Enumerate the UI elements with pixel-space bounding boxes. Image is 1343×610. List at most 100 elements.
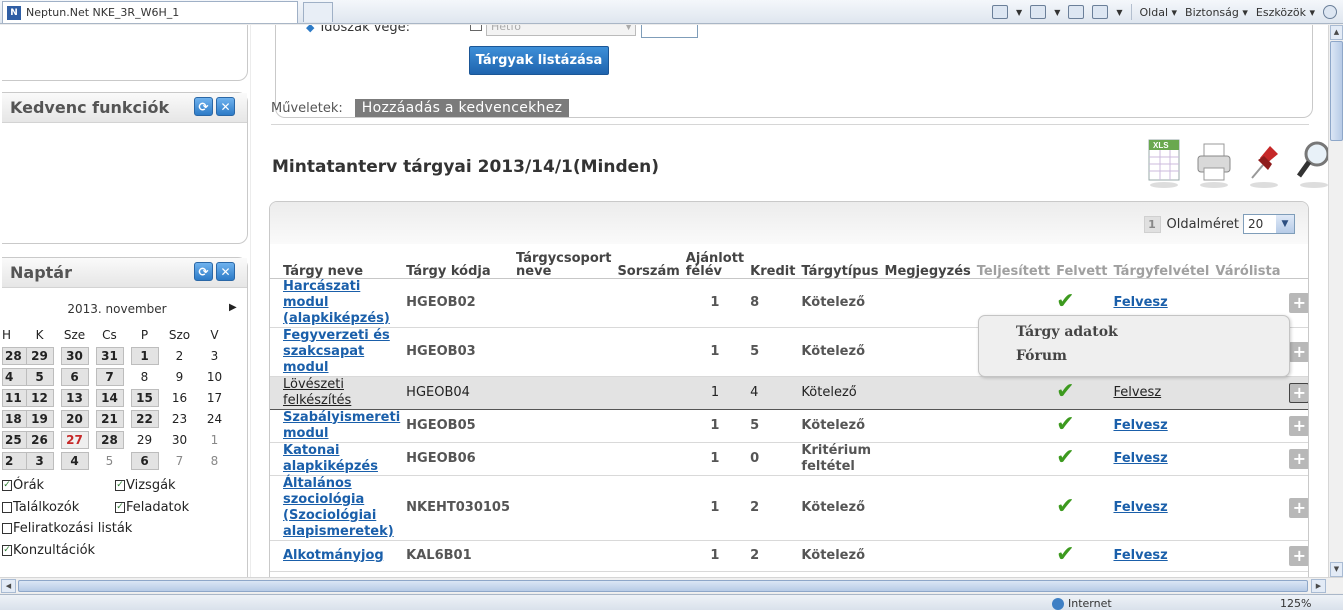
calendar-day[interactable]: 29	[127, 433, 162, 447]
chevron-down-icon[interactable]: ▼	[1116, 8, 1122, 17]
mail-icon[interactable]	[1068, 5, 1085, 19]
calendar-day[interactable]: 7	[92, 367, 127, 386]
calendar-day[interactable]: 24	[197, 412, 232, 426]
close-icon[interactable]: ✕	[216, 97, 235, 116]
column-header[interactable]: Kredit	[747, 244, 799, 279]
vertical-scrollbar[interactable]: ▲ ▼	[1328, 25, 1343, 577]
calendar-day[interactable]: 23	[162, 412, 197, 426]
plus-icon[interactable]: +	[1289, 292, 1308, 313]
legend-feladatok[interactable]: ✓ Feladatok	[115, 500, 189, 515]
calendar-day[interactable]: 2	[2, 451, 30, 470]
browser-tab[interactable]: N Neptun.Net NKE_3R_W6H_1	[2, 1, 298, 23]
help-icon[interactable]	[1323, 5, 1337, 19]
calendar-day[interactable]: 28	[92, 430, 127, 449]
column-header[interactable]: Ajánlott félév	[682, 244, 748, 279]
calendar-day[interactable]: 18	[2, 409, 30, 428]
calendar-day[interactable]: 1	[197, 433, 232, 447]
column-header[interactable]: Tárgy kódja	[403, 244, 514, 279]
legend-feliratkozasi[interactable]: Feliratkozási listák	[2, 521, 132, 536]
calendar-day[interactable]: 7	[162, 454, 197, 468]
calendar-day[interactable]: 9	[162, 370, 197, 384]
subject-link[interactable]: Fegyverzeti és szakcsapat modul	[283, 328, 390, 375]
calendar-day[interactable]: 11	[2, 388, 30, 407]
refresh-icon[interactable]: ⟳	[194, 97, 213, 116]
scroll-right-icon[interactable]: ▶	[1311, 579, 1326, 593]
xls-export-icon[interactable]: XLS	[1146, 138, 1182, 190]
next-month-icon[interactable]: ▶	[229, 302, 237, 313]
enroll-link[interactable]: Felvesz	[1113, 548, 1167, 563]
checkbox-checked[interactable]: ✓	[115, 480, 125, 491]
calendar-day[interactable]: 5	[22, 367, 57, 386]
page-number[interactable]: 1	[1143, 215, 1161, 233]
calendar-day[interactable]: 30	[57, 346, 92, 365]
calendar-day[interactable]: 25	[2, 430, 30, 449]
calendar-day[interactable]: 6	[57, 367, 92, 386]
table-row[interactable]: Szabályismereti modul HGEOB05 1 5 Kötele…	[270, 409, 1308, 443]
chevron-down-icon[interactable]: ▼	[1276, 215, 1294, 233]
plus-icon[interactable]: +	[1289, 497, 1308, 518]
column-header[interactable]: Tárgycsoport neve	[513, 244, 615, 279]
subject-link[interactable]: Szabályismereti modul	[283, 410, 400, 441]
feeds-icon[interactable]	[1030, 5, 1047, 19]
plus-icon[interactable]: +	[1289, 448, 1308, 469]
print-icon[interactable]	[1196, 138, 1232, 190]
menu-eszkozok[interactable]: Eszközök ▾	[1256, 6, 1315, 19]
print-icon[interactable]	[1092, 5, 1109, 19]
search-icon[interactable]	[1296, 138, 1328, 190]
plus-icon[interactable]: +	[1289, 341, 1308, 362]
calendar-day[interactable]: 30	[162, 433, 197, 447]
enroll-link[interactable]: Felvesz	[1113, 500, 1167, 515]
scroll-down-icon[interactable]: ▼	[1330, 562, 1343, 577]
chevron-down-icon[interactable]: ▼	[1016, 8, 1022, 17]
calendar-day[interactable]: 22	[127, 409, 162, 428]
calendar-day[interactable]: 12	[22, 388, 57, 407]
vertical-scroll-thumb[interactable]	[1330, 41, 1343, 141]
calendar-day[interactable]: 8	[127, 370, 162, 384]
calendar-day[interactable]: 3	[197, 349, 232, 363]
calendar-day[interactable]: 29	[22, 346, 57, 365]
subject-link[interactable]: Harcászati modul (alapkiképzés)	[283, 279, 390, 326]
column-header[interactable]: Teljesített	[973, 244, 1054, 279]
page-size-select[interactable]: 20 ▼	[1243, 214, 1295, 234]
enroll-link[interactable]: Felvesz	[1113, 385, 1161, 400]
new-tab-button[interactable]	[303, 2, 333, 22]
table-row[interactable]: Katonai alapkiképzés HGEOB06 1 0 Kritéri…	[270, 442, 1308, 476]
day-select[interactable]: Hétfő ▼	[486, 25, 636, 36]
enroll-link[interactable]: Felvesz	[1113, 295, 1167, 310]
scroll-up-icon[interactable]: ▲	[1330, 25, 1343, 40]
enroll-link[interactable]: Felvesz	[1113, 451, 1167, 466]
calendar-day[interactable]: 6	[127, 451, 162, 470]
subject-link[interactable]: Katonai alapkiképzés	[283, 443, 378, 474]
table-row[interactable]: Alkotmányjog KAL6B01 1 2 Kötelező ✔ Felv…	[270, 540, 1308, 572]
column-header[interactable]: Tárgy neve	[270, 244, 404, 279]
refresh-icon[interactable]: ⟳	[194, 262, 213, 281]
calendar-day[interactable]: 14	[92, 388, 127, 407]
column-header[interactable]: Tárgytípus	[798, 244, 882, 279]
pin-icon[interactable]	[1246, 138, 1282, 190]
table-row[interactable]: Általános szociológia (Szociológiai alap…	[270, 475, 1308, 541]
calendar-day[interactable]: 2	[162, 349, 197, 363]
plus-icon[interactable]: +	[1289, 382, 1308, 403]
close-icon[interactable]: ✕	[216, 262, 235, 281]
enroll-link[interactable]: Felvesz	[1113, 418, 1167, 433]
chevron-down-icon[interactable]: ▼	[1054, 8, 1060, 17]
calendar-day[interactable]: 20	[57, 409, 92, 428]
checkbox[interactable]	[2, 502, 12, 513]
calendar-day[interactable]: 4	[2, 367, 30, 386]
calendar-day[interactable]: 10	[197, 370, 232, 384]
period-end-checkbox[interactable]	[470, 25, 482, 31]
legend-orak[interactable]: ✓ Órák	[2, 478, 44, 493]
horizontal-scrollbar[interactable]: ◀ ▶	[0, 577, 1343, 593]
calendar-day[interactable]: 28	[2, 346, 30, 365]
column-header[interactable]: Megjegyzés	[881, 244, 974, 279]
calendar-day[interactable]: 19	[22, 409, 57, 428]
checkbox[interactable]	[2, 523, 12, 534]
calendar-day[interactable]: 8	[197, 454, 232, 468]
calendar-day[interactable]: 21	[92, 409, 127, 428]
column-header[interactable]: Sorszám	[614, 244, 683, 279]
checkbox-checked[interactable]: ✓	[2, 545, 12, 556]
time-input[interactable]	[641, 25, 698, 38]
column-header[interactable]: Felvett	[1053, 244, 1111, 279]
calendar-day[interactable]: 16	[162, 391, 197, 405]
column-header[interactable]: Tárgyfelvétel	[1110, 244, 1213, 279]
